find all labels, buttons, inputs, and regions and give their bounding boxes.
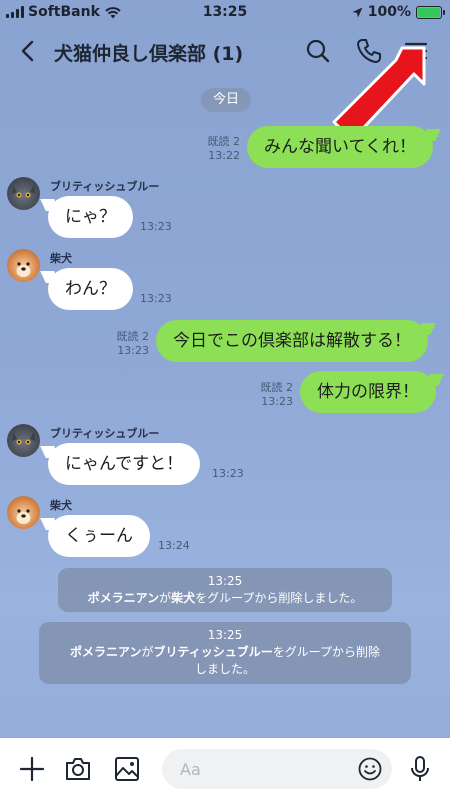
composer-bar: [0, 738, 450, 800]
sender-name: 柴犬: [50, 252, 72, 265]
message-meta: 既読 2 13:23: [109, 330, 150, 358]
their-message-bubble[interactable]: わん？: [48, 268, 133, 310]
avatar-dog[interactable]: [7, 496, 40, 529]
back-chevron-icon[interactable]: [14, 36, 42, 66]
sender-name: 柴犬: [50, 499, 72, 512]
notice-time: 13:25: [207, 628, 243, 642]
notice-text-cont: しました。: [194, 662, 255, 676]
sender-name: ブリティッシュブルー: [50, 180, 160, 193]
system-notice: 13:25 ポメラニアンがブリティッシュブルーをグループから削除 しました。: [39, 622, 411, 684]
my-message-bubble[interactable]: みんな聞いてくれ！: [247, 126, 433, 168]
read-receipt: 既読 2: [260, 381, 294, 394]
avatar-cat[interactable]: [7, 177, 40, 210]
plus-icon[interactable]: [17, 754, 47, 784]
status-right: 100%: [352, 4, 445, 20]
notice-text: ポメラニアンがブリティッシュブルーをグループから削除: [69, 645, 381, 659]
read-receipt: 既読 2: [116, 330, 150, 343]
their-message-bubble[interactable]: にゃ？: [48, 196, 133, 238]
message-time: 13:23: [140, 220, 172, 233]
dog-face-icon: [16, 509, 31, 524]
read-receipt: 既読 2: [207, 135, 241, 148]
message-time: 13:23: [261, 395, 293, 408]
their-message-bubble[interactable]: くぅーん: [48, 515, 150, 557]
avatar-cat[interactable]: [7, 424, 40, 457]
camera-icon[interactable]: [63, 754, 93, 784]
cat-face-icon: [12, 185, 35, 198]
message-time: 13:24: [158, 539, 190, 552]
battery-percent: 100%: [367, 4, 411, 20]
avatar-dog[interactable]: [7, 249, 40, 282]
chat-title: 犬猫仲良し倶楽部 (1): [54, 43, 244, 65]
cat-face-icon: [12, 432, 35, 445]
message-meta: 既読 2 13:23: [253, 381, 294, 409]
my-message-bubble[interactable]: 体力の限界！: [300, 371, 436, 413]
notice-text: ポメラニアンが柴犬をグループから削除しました。: [87, 591, 363, 605]
message-time: 13:23: [140, 292, 172, 305]
chat-screen: SoftBank 13:25 100% 犬猫仲良し倶楽部 (1) 今日 既読 2…: [0, 0, 450, 800]
battery-icon: [416, 5, 445, 19]
message-time: 13:23: [212, 467, 244, 480]
message-time: 13:23: [117, 344, 149, 357]
notice-time: 13:25: [207, 574, 243, 588]
date-divider: 今日: [201, 88, 251, 112]
sender-name: ブリティッシュブルー: [50, 427, 160, 440]
location-arrow-icon: [352, 7, 363, 17]
microphone-icon[interactable]: [405, 754, 435, 784]
image-icon[interactable]: [112, 754, 142, 784]
system-notice: 13:25 ポメラニアンが柴犬をグループから削除しました。: [58, 568, 392, 612]
my-message-bubble[interactable]: 今日でこの倶楽部は解散する！: [156, 320, 428, 362]
message-time: 13:22: [208, 149, 240, 162]
their-message-bubble[interactable]: にゃんですと！: [48, 443, 201, 485]
dog-face-icon: [16, 262, 31, 277]
message-meta: 既読 2 13:22: [200, 135, 241, 163]
status-bar: SoftBank 13:25 100%: [0, 0, 450, 26]
emoji-icon[interactable]: [357, 756, 383, 782]
